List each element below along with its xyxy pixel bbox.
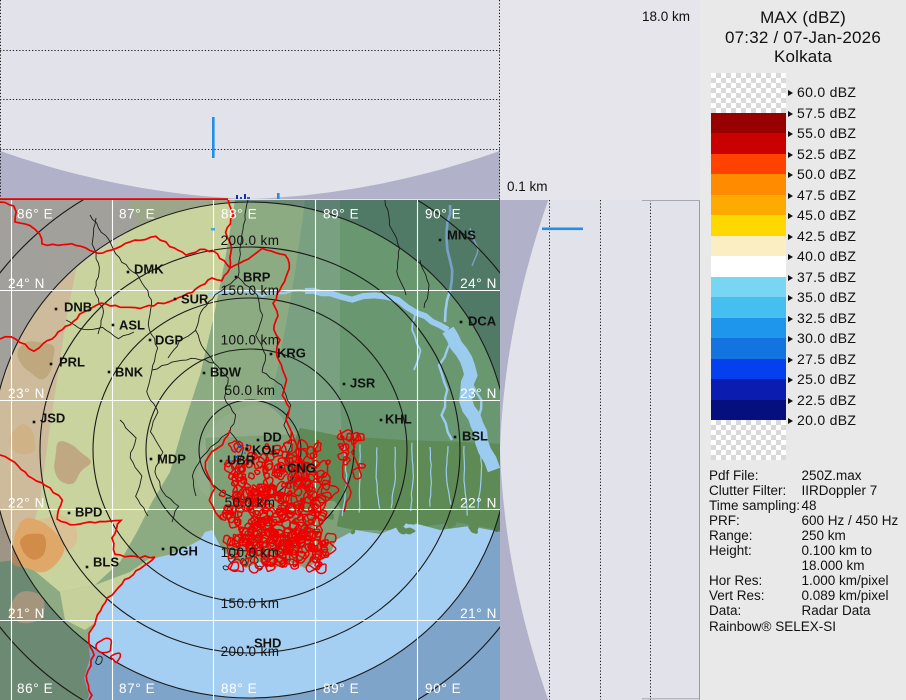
svg-text:23° N: 23° N [8, 386, 45, 401]
svg-text:DNB: DNB [64, 300, 92, 315]
svg-text:87° E: 87° E [119, 207, 155, 222]
svg-text:MNS: MNS [447, 228, 476, 243]
svg-text:ASL: ASL [119, 318, 145, 333]
svg-text:DMK: DMK [134, 262, 164, 277]
svg-text:89° E: 89° E [323, 207, 359, 222]
svg-text:90° E: 90° E [425, 681, 461, 696]
svg-text:23° N: 23° N [460, 386, 497, 401]
svg-text:CNG: CNG [287, 461, 316, 476]
svg-text:86° E: 86° E [17, 681, 53, 696]
svg-text:200.0 km: 200.0 km [221, 644, 280, 659]
svg-text:22° N: 22° N [460, 496, 497, 511]
svg-text:88° E: 88° E [221, 681, 257, 696]
svg-text:89° E: 89° E [323, 681, 359, 696]
svg-text:24° N: 24° N [460, 276, 497, 291]
svg-text:DCA: DCA [468, 314, 497, 329]
svg-text:21° N: 21° N [8, 606, 45, 621]
svg-text:BSL: BSL [462, 429, 488, 444]
svg-text:150.0 km: 150.0 km [221, 596, 280, 611]
svg-text:SUR: SUR [181, 292, 209, 307]
svg-text:KOL: KOL [252, 443, 280, 458]
svg-text:88° E: 88° E [221, 207, 257, 222]
svg-text:22° N: 22° N [8, 496, 45, 511]
svg-text:100.0 km: 100.0 km [221, 545, 280, 560]
svg-text:PRL: PRL [59, 355, 85, 370]
svg-text:BLS: BLS [93, 555, 119, 570]
svg-text:JSD: JSD [40, 411, 65, 426]
svg-text:JSR: JSR [350, 376, 376, 391]
svg-text:BPD: BPD [75, 505, 102, 520]
svg-text:24° N: 24° N [8, 276, 45, 291]
svg-text:200.0 km: 200.0 km [221, 233, 280, 248]
svg-text:MDP: MDP [157, 452, 186, 467]
svg-text:90° E: 90° E [425, 207, 461, 222]
svg-text:BNK: BNK [115, 365, 144, 380]
svg-text:KHL: KHL [385, 412, 412, 427]
svg-text:50.0 km: 50.0 km [225, 383, 276, 398]
svg-text:DGH: DGH [169, 544, 198, 559]
svg-text:150.0 km: 150.0 km [221, 283, 280, 298]
svg-text:DGP: DGP [155, 333, 184, 348]
svg-text:86° E: 86° E [17, 207, 53, 222]
svg-text:BDW: BDW [210, 365, 242, 380]
svg-text:KRG: KRG [277, 346, 306, 361]
svg-text:50.0 km: 50.0 km [225, 495, 276, 510]
svg-text:21° N: 21° N [460, 606, 497, 621]
svg-text:100.0 km: 100.0 km [221, 333, 280, 348]
svg-text:87° E: 87° E [119, 681, 155, 696]
